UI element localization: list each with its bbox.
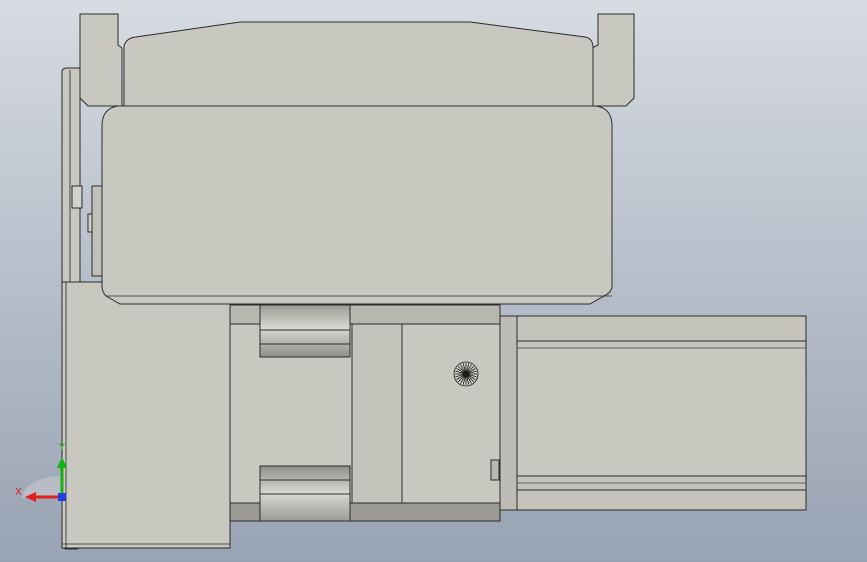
left-fitting-step (91, 185, 103, 277)
x-axis-label: X (15, 487, 22, 498)
spoked-hole-icon[interactable] (453, 361, 479, 387)
right-clamp-tab (591, 13, 635, 107)
left-fitting-upper (71, 185, 83, 209)
left-clamp-tab (79, 13, 123, 107)
upper-housing (101, 105, 613, 305)
motor-flange (499, 315, 518, 511)
coupling-ring-1 (351, 304, 403, 522)
y-axis-label: Y (59, 442, 66, 453)
base-block (61, 281, 231, 549)
graphics-viewport[interactable]: X Y (0, 0, 867, 562)
z-axis-point-icon (58, 493, 66, 501)
motor-side-key (490, 459, 500, 481)
model-view[interactable] (0, 0, 867, 562)
upper-housing-back (123, 21, 594, 111)
upper-roller (259, 304, 351, 358)
coordinate-triad (22, 457, 67, 502)
motor-top-rail (516, 315, 807, 349)
motor-bottom-rail (516, 475, 807, 511)
